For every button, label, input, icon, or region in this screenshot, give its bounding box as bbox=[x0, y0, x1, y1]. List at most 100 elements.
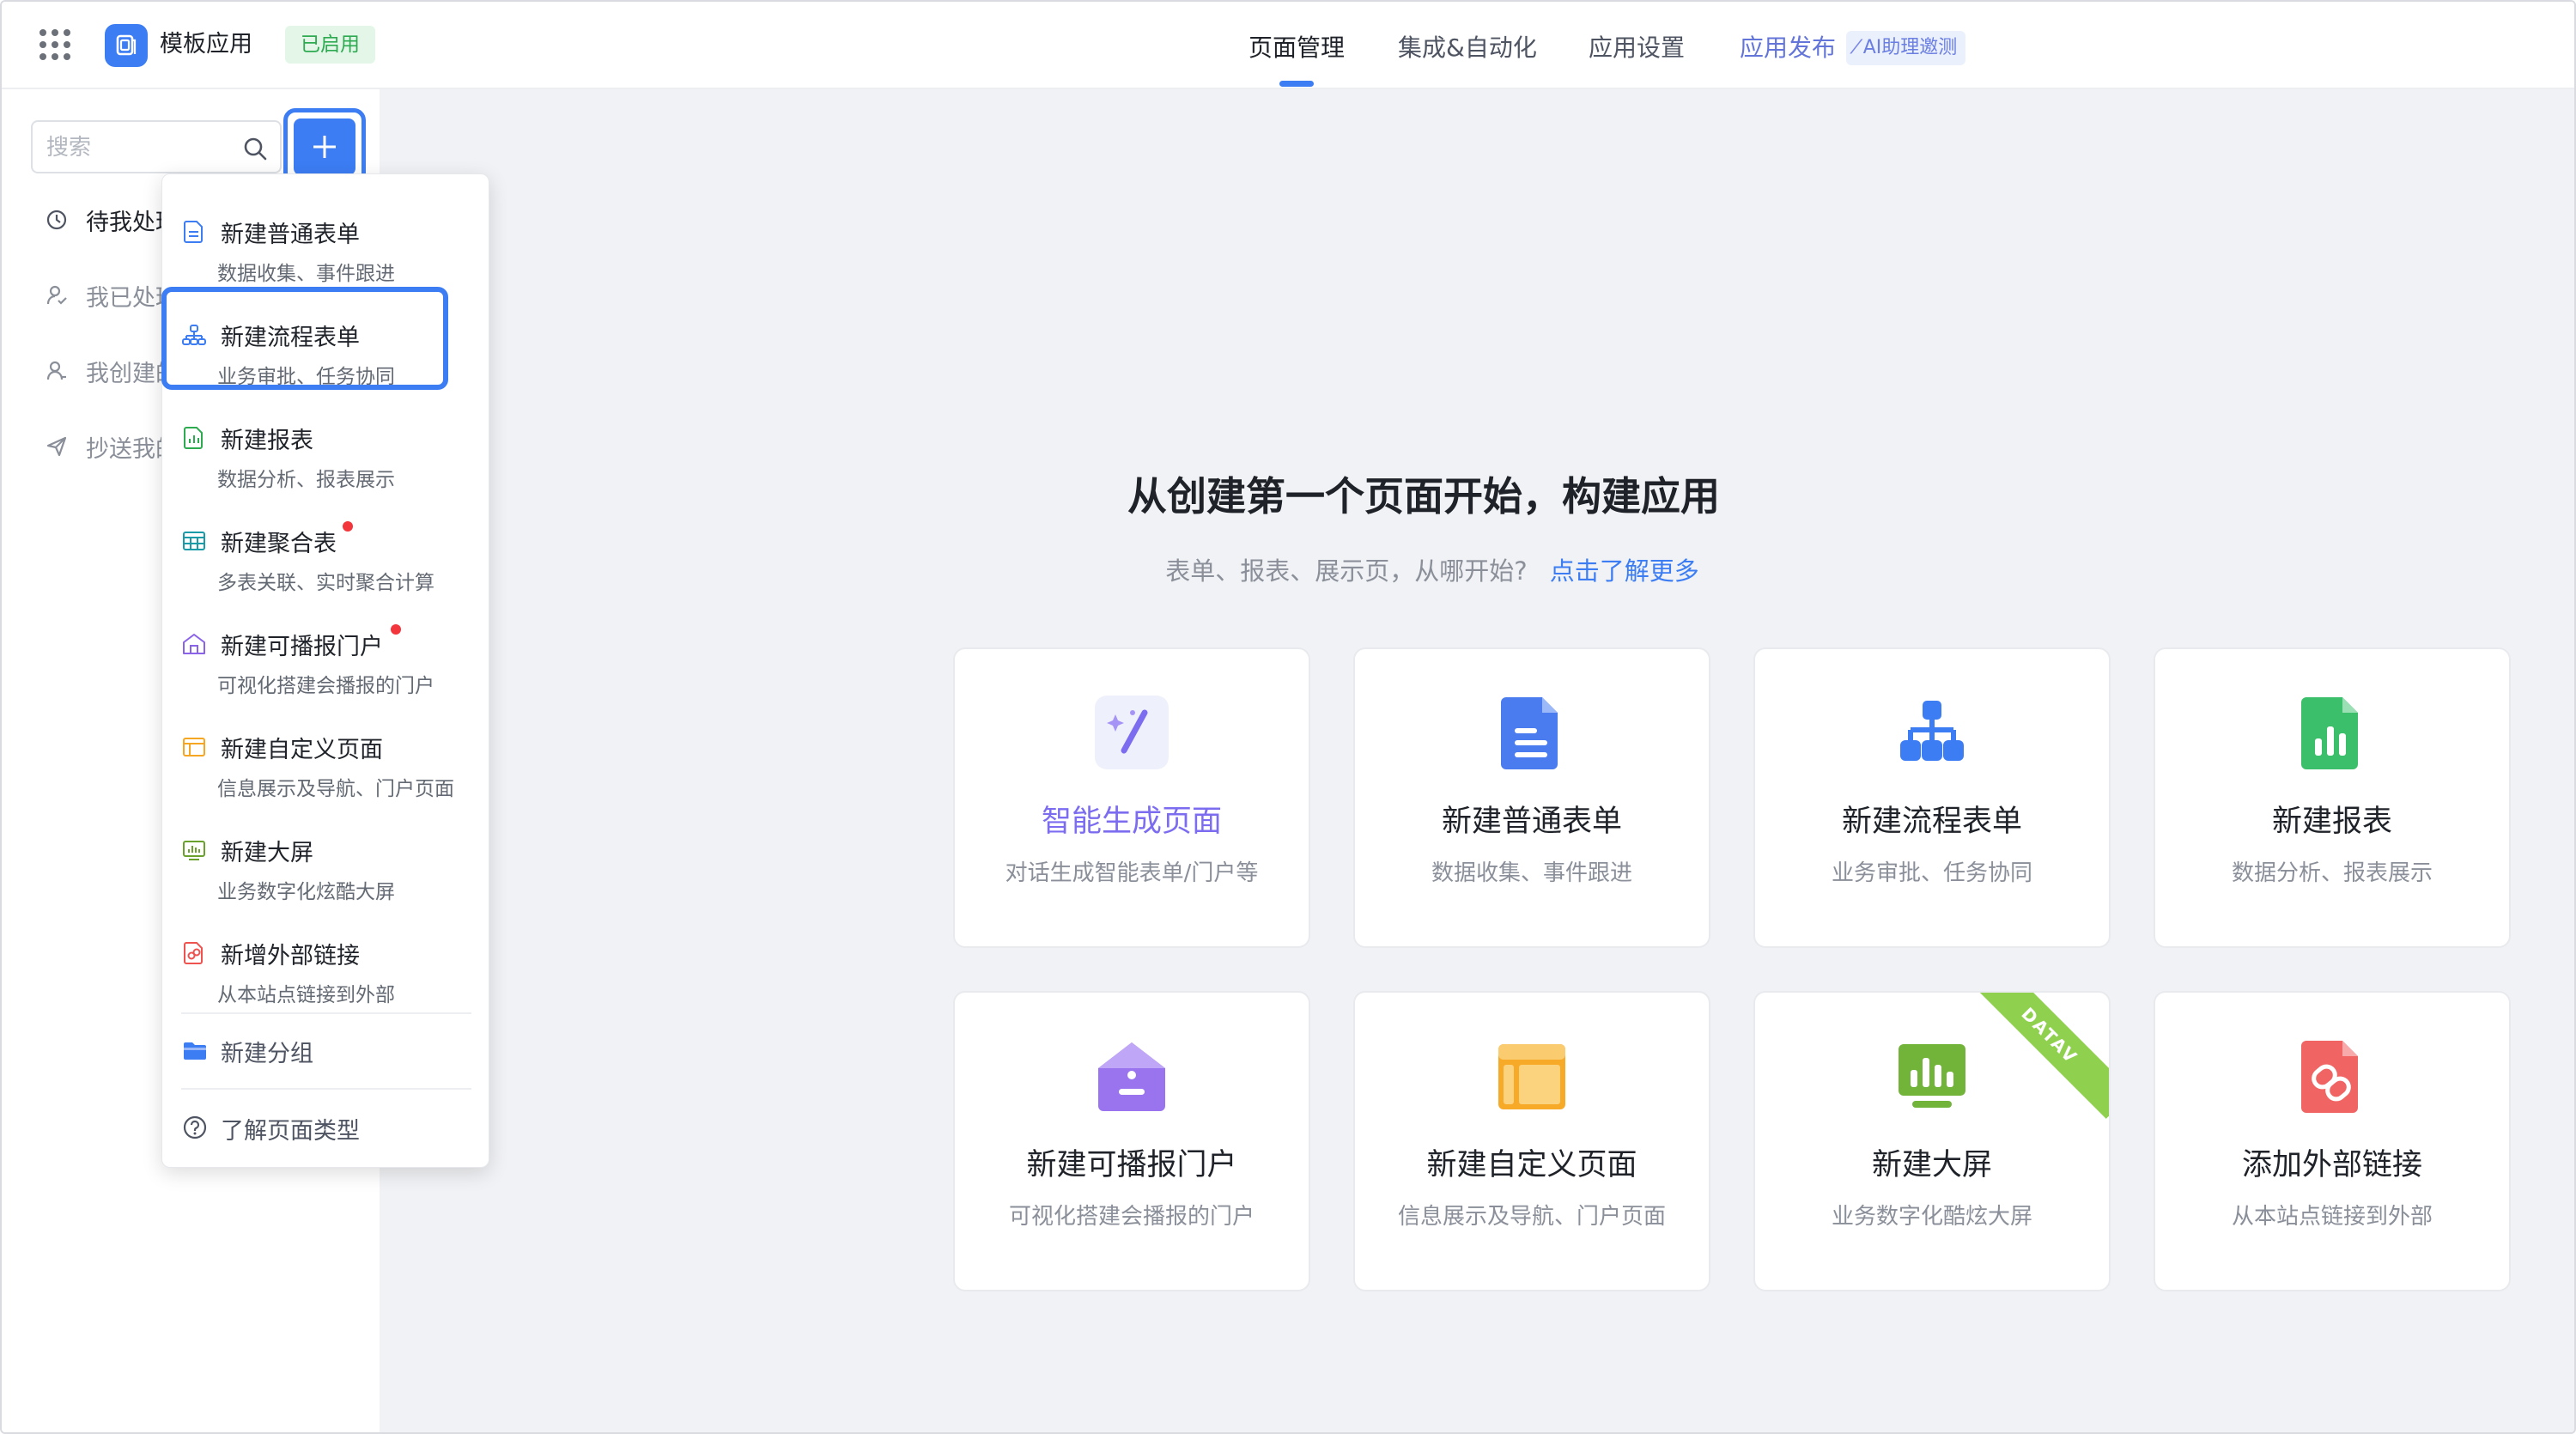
report-icon bbox=[181, 425, 207, 451]
card-desc: 数据收集、事件跟进 bbox=[1431, 860, 1632, 886]
tab-page-management[interactable]: 页面管理 bbox=[1249, 31, 1345, 65]
menu-item-new-aggregate[interactable]: 新建聚合表 多表关联、实时聚合计算 bbox=[162, 504, 490, 599]
user-check-icon bbox=[43, 282, 70, 309]
card-desc: 信息展示及导航、门户页面 bbox=[1397, 1204, 1666, 1230]
app-window: 模板应用 已启用 页面管理 集成&自动化 应用设置 应用发布 ⁄ AI助理邀测 bbox=[0, 0, 2576, 1434]
ai-badge-label: AI助理邀测 bbox=[1862, 37, 1958, 58]
screen-icon bbox=[1893, 1037, 1971, 1115]
card-desc: 数据分析、报表展示 bbox=[2231, 860, 2433, 886]
card-desc: 业务数字化酷炫大屏 bbox=[1831, 1204, 2032, 1230]
menu-item-new-screen[interactable]: 新建大屏 业务数字化炫酷大屏 bbox=[162, 813, 490, 908]
new-badge-dot bbox=[391, 624, 401, 635]
menu-item-title: 新建聚合表 bbox=[221, 531, 337, 557]
menu-item-desc: 信息展示及导航、门户页面 bbox=[217, 778, 454, 800]
menu-item-title: 新建普通表单 bbox=[221, 222, 360, 248]
help-circle-icon bbox=[181, 1114, 209, 1141]
new-badge-dot bbox=[343, 521, 353, 532]
card-new-custom-page[interactable]: 新建自定义页面 信息展示及导航、门户页面 bbox=[1353, 991, 1710, 1291]
sidebar-item-cc[interactable]: 抄送我的 bbox=[43, 428, 179, 465]
card-desc: 可视化搭建会播报的门户 bbox=[1008, 1204, 1255, 1230]
active-tab-indicator bbox=[1279, 81, 1314, 87]
search-icon[interactable] bbox=[242, 136, 268, 161]
app-launcher-icon[interactable] bbox=[39, 29, 70, 60]
card-title: 新建自定义页面 bbox=[1426, 1148, 1637, 1182]
portal-icon bbox=[1093, 1037, 1170, 1115]
link-icon bbox=[2293, 1037, 2371, 1115]
workflow-icon bbox=[1893, 694, 1971, 771]
tab-app-settings[interactable]: 应用设置 bbox=[1589, 31, 1685, 65]
screen-icon bbox=[181, 837, 207, 863]
app-name: 模板应用 bbox=[160, 31, 252, 58]
search-input[interactable] bbox=[46, 131, 235, 165]
report-icon bbox=[2293, 694, 2371, 771]
menu-item-desc: 数据收集、事件跟进 bbox=[217, 263, 395, 285]
menu-item-title: 新建报表 bbox=[221, 428, 313, 454]
folder-icon bbox=[181, 1036, 209, 1064]
card-desc: 对话生成智能表单/门户等 bbox=[1005, 860, 1259, 886]
card-ai-generate[interactable]: 智能生成页面 对话生成智能表单/门户等 bbox=[953, 647, 1310, 948]
card-new-report[interactable]: 新建报表 数据分析、报表展示 bbox=[2154, 647, 2511, 948]
card-desc: 从本站点链接到外部 bbox=[2231, 1204, 2433, 1230]
card-new-workflow-form[interactable]: 新建流程表单 业务审批、任务协同 bbox=[1753, 647, 2111, 948]
menu-item-title: 新建可播报门户 bbox=[221, 634, 383, 660]
menu-item-title: 新建流程表单 bbox=[221, 325, 360, 351]
sidebar-item-todo[interactable]: 待我处理 bbox=[43, 201, 179, 239]
menu-divider bbox=[181, 1088, 471, 1090]
send-icon bbox=[43, 433, 70, 460]
workflow-icon bbox=[181, 322, 207, 348]
menu-item-desc: 数据分析、报表展示 bbox=[217, 469, 395, 491]
menu-item-new-external-link[interactable]: 新增外部链接 从本站点链接到外部 bbox=[162, 916, 490, 1011]
card-title: 新建普通表单 bbox=[1441, 805, 1622, 839]
menu-item-learn-page-types[interactable]: 了解页面类型 bbox=[162, 1100, 490, 1155]
menu-divider bbox=[181, 1012, 471, 1014]
portal-icon bbox=[181, 631, 207, 657]
menu-item-new-portal[interactable]: 新建可播报门户 可视化搭建会播报的门户 bbox=[162, 607, 490, 702]
clock-icon bbox=[43, 206, 70, 234]
add-page-button[interactable] bbox=[294, 118, 355, 175]
ai-assistant-badge[interactable]: ⁄ AI助理邀测 bbox=[1846, 31, 1966, 65]
menu-item-desc: 可视化搭建会播报的门户 bbox=[217, 675, 434, 697]
menu-item-desc: 业务审批、任务协同 bbox=[217, 366, 395, 388]
card-desc: 业务审批、任务协同 bbox=[1831, 860, 2032, 886]
menu-item-title: 新建分组 bbox=[221, 1041, 313, 1067]
menu-item-desc: 业务数字化炫酷大屏 bbox=[217, 881, 395, 903]
card-title: 添加外部链接 bbox=[2241, 1148, 2422, 1182]
tab-integration-automation[interactable]: 集成&自动化 bbox=[1398, 31, 1537, 65]
menu-item-new-form[interactable]: 新建普通表单 数据收集、事件跟进 bbox=[162, 195, 490, 289]
card-title: 新建大屏 bbox=[1871, 1148, 1992, 1182]
form-icon bbox=[181, 219, 207, 245]
search-box[interactable] bbox=[31, 120, 282, 173]
form-icon bbox=[1493, 694, 1571, 771]
status-badge: 已启用 bbox=[285, 26, 375, 64]
menu-item-desc: 从本站点链接到外部 bbox=[217, 984, 395, 1006]
menu-item-title: 了解页面类型 bbox=[221, 1118, 360, 1145]
card-add-external-link[interactable]: 添加外部链接 从本站点链接到外部 bbox=[2154, 991, 2511, 1291]
card-new-screen[interactable]: DATAV 新建大屏 业务数字化酷炫大屏 bbox=[1753, 991, 2111, 1291]
learn-more-link[interactable]: 点击了解更多 bbox=[1550, 556, 1699, 586]
top-bar: 模板应用 已启用 页面管理 集成&自动化 应用设置 应用发布 ⁄ AI助理邀测 bbox=[2, 2, 2574, 89]
menu-item-new-workflow-form[interactable]: 新建流程表单 业务审批、任务协同 bbox=[162, 298, 490, 392]
magic-wand-icon bbox=[1093, 694, 1170, 771]
app-logo-icon bbox=[105, 24, 148, 67]
card-new-portal[interactable]: 新建可播报门户 可视化搭建会播报的门户 bbox=[953, 991, 1310, 1291]
card-title: 新建可播报门户 bbox=[1026, 1148, 1237, 1182]
menu-item-new-group[interactable]: 新建分组 bbox=[162, 1023, 490, 1078]
sidebar-item-done[interactable]: 我已处理 bbox=[43, 276, 179, 314]
card-title: 新建报表 bbox=[2271, 805, 2392, 839]
hero-title-text: 从创建第一个页面开始，构建应用 bbox=[1127, 473, 1720, 520]
hero-subtitle: 表单、报表、展示页，从哪开始? 点击了解更多 bbox=[1165, 551, 1698, 587]
plus-icon bbox=[313, 136, 336, 158]
card-new-form[interactable]: 新建普通表单 数据收集、事件跟进 bbox=[1353, 647, 1710, 948]
card-title: 智能生成页面 bbox=[1041, 805, 1222, 839]
hero-subtitle-text: 表单、报表、展示页，从哪开始? bbox=[1165, 556, 1528, 586]
card-title: 新建流程表单 bbox=[1841, 805, 2022, 839]
menu-item-new-report[interactable]: 新建报表 数据分析、报表展示 bbox=[162, 401, 490, 495]
ai-slash-icon: ⁄ bbox=[1855, 37, 1858, 58]
tab-app-publish[interactable]: 应用发布 bbox=[1740, 31, 1836, 65]
sidebar-item-created[interactable]: 我创建的 bbox=[43, 352, 179, 390]
new-page-dropdown: 新建普通表单 数据收集、事件跟进 新建流程表单 业务审批、任务协同 新建报表 数… bbox=[161, 173, 489, 1168]
menu-item-title: 新增外部链接 bbox=[221, 943, 360, 969]
menu-item-new-custom-page[interactable]: 新建自定义页面 信息展示及导航、门户页面 bbox=[162, 710, 490, 805]
menu-item-title: 新建大屏 bbox=[221, 840, 313, 866]
menu-item-desc: 多表关联、实时聚合计算 bbox=[217, 572, 434, 594]
